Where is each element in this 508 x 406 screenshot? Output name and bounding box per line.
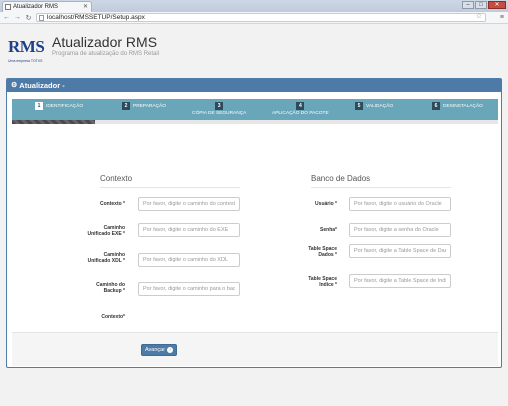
caminho-xdl-input[interactable] — [138, 253, 240, 267]
usuario-input[interactable] — [349, 197, 451, 211]
wizard-step-4: 4 APLICAÇÃO DO PACOTE — [272, 102, 329, 116]
wizard-step-1: 1 IDENTIFICAÇÃO — [35, 102, 83, 110]
wizard-step-label: IDENTIFICAÇÃO — [46, 103, 84, 109]
caminho-exe-label: Caminho Unificado EXE * — [87, 225, 125, 237]
wizard-step-3: 3 CÓPIA DE SEGURANÇA — [192, 102, 246, 116]
window-close-button[interactable]: ✕ — [488, 1, 506, 9]
caminho-backup-input[interactable] — [138, 282, 240, 296]
wizard-step-number: 1 — [35, 102, 43, 110]
contexto-section-title: Contexto — [100, 174, 133, 183]
wizard-step-5: 5 VALIDAÇÃO — [355, 102, 393, 110]
window-controls: – □ ✕ — [462, 1, 506, 9]
reload-icon[interactable]: ↻ — [25, 14, 32, 22]
caminho-exe-input[interactable] — [138, 223, 240, 237]
wizard-step-2: 2 PREPARAÇÃO — [122, 102, 166, 110]
panel-heading-text: Atualizador - — [19, 81, 65, 90]
tablespace-indice-input[interactable] — [349, 274, 451, 288]
next-button-label: Avançar — [144, 347, 166, 353]
wizard-step-label: APLICAÇÃO DO PACOTE — [272, 111, 329, 116]
browser-tab-title: Atualizador RMS — [13, 4, 59, 10]
tablespace-indice-label: Table Space Indice * — [308, 276, 337, 288]
senha-label: Senha* — [320, 227, 337, 233]
address-bar[interactable]: localhost/RMSSETUP/Setup.aspx ☆ — [36, 13, 486, 22]
banco-divider — [311, 187, 451, 188]
page-icon — [39, 15, 44, 21]
usuario-label: Usuário * — [315, 201, 337, 207]
wizard-step-number: 6 — [432, 102, 440, 110]
logo-tagline: Uma empresa TOTVS — [8, 59, 43, 63]
rms-logo: RMS Uma empresa TOTVS — [8, 38, 48, 68]
banco-section-title: Banco de Dados — [311, 174, 371, 183]
logo-text: RMS — [8, 37, 45, 56]
wizard-step-number: 5 — [355, 102, 363, 110]
wizard-progress-bar — [12, 120, 498, 124]
cogs-icon: ⚙ — [11, 82, 18, 89]
page-favicon-icon — [5, 4, 11, 10]
browser-tab[interactable]: Atualizador RMS ✕ — [2, 1, 92, 12]
bookmark-star-icon[interactable]: ☆ — [476, 13, 482, 21]
wizard-step-number: 2 — [122, 102, 130, 110]
next-button[interactable]: Avançar › — [141, 344, 177, 356]
panel-heading: ⚙ Atualizador - — [7, 79, 501, 92]
browser-tab-strip: Atualizador RMS ✕ – □ ✕ — [0, 0, 508, 12]
tab-close-icon[interactable]: ✕ — [83, 2, 88, 12]
page-viewport: RMS Uma empresa TOTVS Atualizador RMS Pr… — [0, 25, 508, 406]
maximize-button[interactable]: □ — [475, 1, 487, 9]
page-subtitle: Programa de atualização do RMS Retail — [52, 51, 160, 57]
wizard-step-label: VALIDAÇÃO — [366, 103, 394, 109]
caminho-xdl-label: Caminho Unificado XDL * — [87, 252, 125, 264]
caminho-backup-label: Caminho do Backup * — [96, 282, 125, 294]
wizard-step-number: 4 — [296, 102, 305, 110]
tablespace-dados-input[interactable] — [349, 244, 451, 258]
form-footer: Avançar › — [12, 332, 498, 366]
wizard-step-6: 6 DESINSTALAÇÃO — [432, 102, 483, 110]
contexto-extra-label: Contexto* — [101, 314, 125, 320]
wizard-steps: 1 IDENTIFICAÇÃO 2 PREPARAÇÃO 3 CÓPIA DE SEGUR… — [12, 99, 498, 124]
contexto-divider — [100, 187, 240, 188]
tablespace-dados-label: Table Space Dados * — [308, 246, 337, 258]
wizard-step-label: PREPARAÇÃO — [133, 103, 166, 109]
arrow-right-circle-icon: › — [167, 347, 174, 353]
wizard-step-number: 3 — [215, 102, 224, 110]
browser-toolbar: ← → ↻ localhost/RMSSETUP/Setup.aspx ☆ ≡ — [0, 12, 508, 24]
contexto-input[interactable] — [138, 197, 240, 211]
minimize-button[interactable]: – — [462, 1, 474, 9]
updater-panel: ⚙ Atualizador - 1 IDENTIFICAÇÃO 2 PREPARAÇÃ… — [6, 78, 502, 368]
browser-menu-icon[interactable]: ≡ — [500, 14, 504, 21]
page-title: Atualizador RMS — [52, 34, 158, 50]
forward-arrow-icon[interactable]: → — [14, 14, 21, 21]
wizard-step-label: DESINSTALAÇÃO — [443, 103, 483, 109]
back-arrow-icon[interactable]: ← — [3, 14, 10, 21]
wizard-progress-fill — [12, 120, 95, 124]
app-header: RMS Uma empresa TOTVS Atualizador RMS Pr… — [0, 25, 508, 75]
wizard-step-label: CÓPIA DE SEGURANÇA — [192, 111, 247, 116]
address-url: localhost/RMSSETUP/Setup.aspx — [47, 14, 145, 21]
contexto-label: Contexto * — [100, 201, 125, 207]
senha-input[interactable] — [349, 223, 451, 237]
